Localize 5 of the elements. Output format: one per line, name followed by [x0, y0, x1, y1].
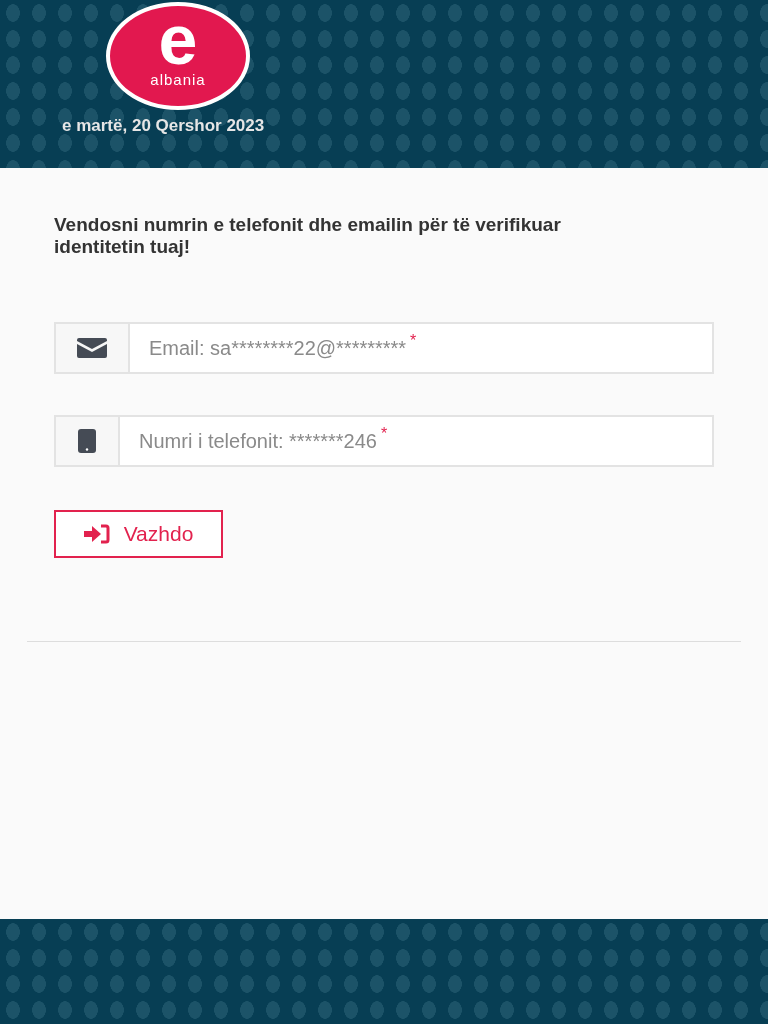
date-text: e martë, 20 Qershor 2023 — [62, 116, 265, 136]
continue-button[interactable]: Vazhdo — [54, 510, 223, 558]
logo: e albania — [106, 2, 250, 110]
heading: Vendosni numrin e telefonit dhe emailin për të verifikuar identitetin tuaj! — [54, 214, 562, 258]
sign-in-icon — [83, 524, 110, 544]
